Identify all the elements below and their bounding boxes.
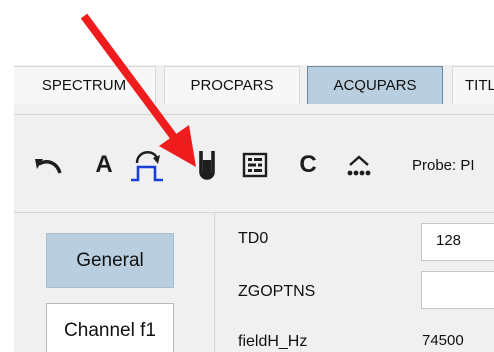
probe-button[interactable] (194, 145, 220, 185)
param-zgoptns-input[interactable] (421, 271, 494, 309)
tab-label: ACQUPARS (333, 77, 417, 94)
parameter-category-nav: General Channel f1 (14, 213, 215, 352)
letter-c-button[interactable]: C (294, 145, 322, 185)
param-fieldh-hz-value: 74500 (422, 332, 464, 349)
dots-triangle-icon (347, 155, 371, 176)
tab-procpars[interactable]: PROCPARS (164, 66, 300, 104)
parameters-content: General Channel f1 TD0 128 ZGOPTNS field… (14, 212, 494, 352)
tab-title[interactable]: TITLE (452, 66, 494, 104)
pulse-program-icon (131, 151, 163, 182)
parameter-table-button[interactable] (240, 145, 270, 185)
tab-spectrum[interactable]: SPECTRUM (14, 66, 156, 104)
parameter-table-icon (242, 152, 268, 178)
tab-acqupars[interactable]: ACQUPARS (307, 66, 443, 104)
param-zgoptns-label: ZGOPTNS (238, 283, 316, 300)
tab-label: SPECTRUM (41, 77, 127, 94)
tab-bar: SPECTRUM PROCPARS ACQUPARS TITLE (14, 65, 494, 112)
probe-label: Probe: PI (412, 157, 475, 174)
nav-item-label: General (76, 249, 144, 271)
param-td0-label: TD0 (238, 230, 269, 247)
letter-a-icon: A (95, 151, 113, 178)
letter-c-icon: C (299, 151, 317, 178)
undo-arrow-icon (35, 159, 62, 174)
acquisition-parameters-window: SPECTRUM PROCPARS ACQUPARS TITLE A (14, 65, 494, 352)
nav-item-label: Channel f1 (64, 319, 156, 341)
undo-button[interactable] (30, 145, 66, 185)
dots-triangle-button[interactable] (342, 145, 376, 185)
param-td0-input[interactable]: 128 (421, 223, 494, 261)
nav-channel-f1-button[interactable]: Channel f1 (46, 303, 174, 352)
param-fieldh-hz-label: fieldH_Hz (238, 333, 308, 350)
probe-icon (199, 151, 215, 180)
parameter-list: TD0 128 ZGOPTNS fieldH_Hz 74500 (214, 213, 494, 352)
letter-a-button[interactable]: A (90, 145, 118, 185)
toolbar: A C Probe: PI (14, 114, 494, 212)
tab-label: PROCPARS (190, 77, 274, 94)
tab-label: TITLE (465, 77, 494, 94)
pulse-program-button[interactable] (128, 145, 170, 185)
nav-general-button[interactable]: General (46, 233, 174, 288)
